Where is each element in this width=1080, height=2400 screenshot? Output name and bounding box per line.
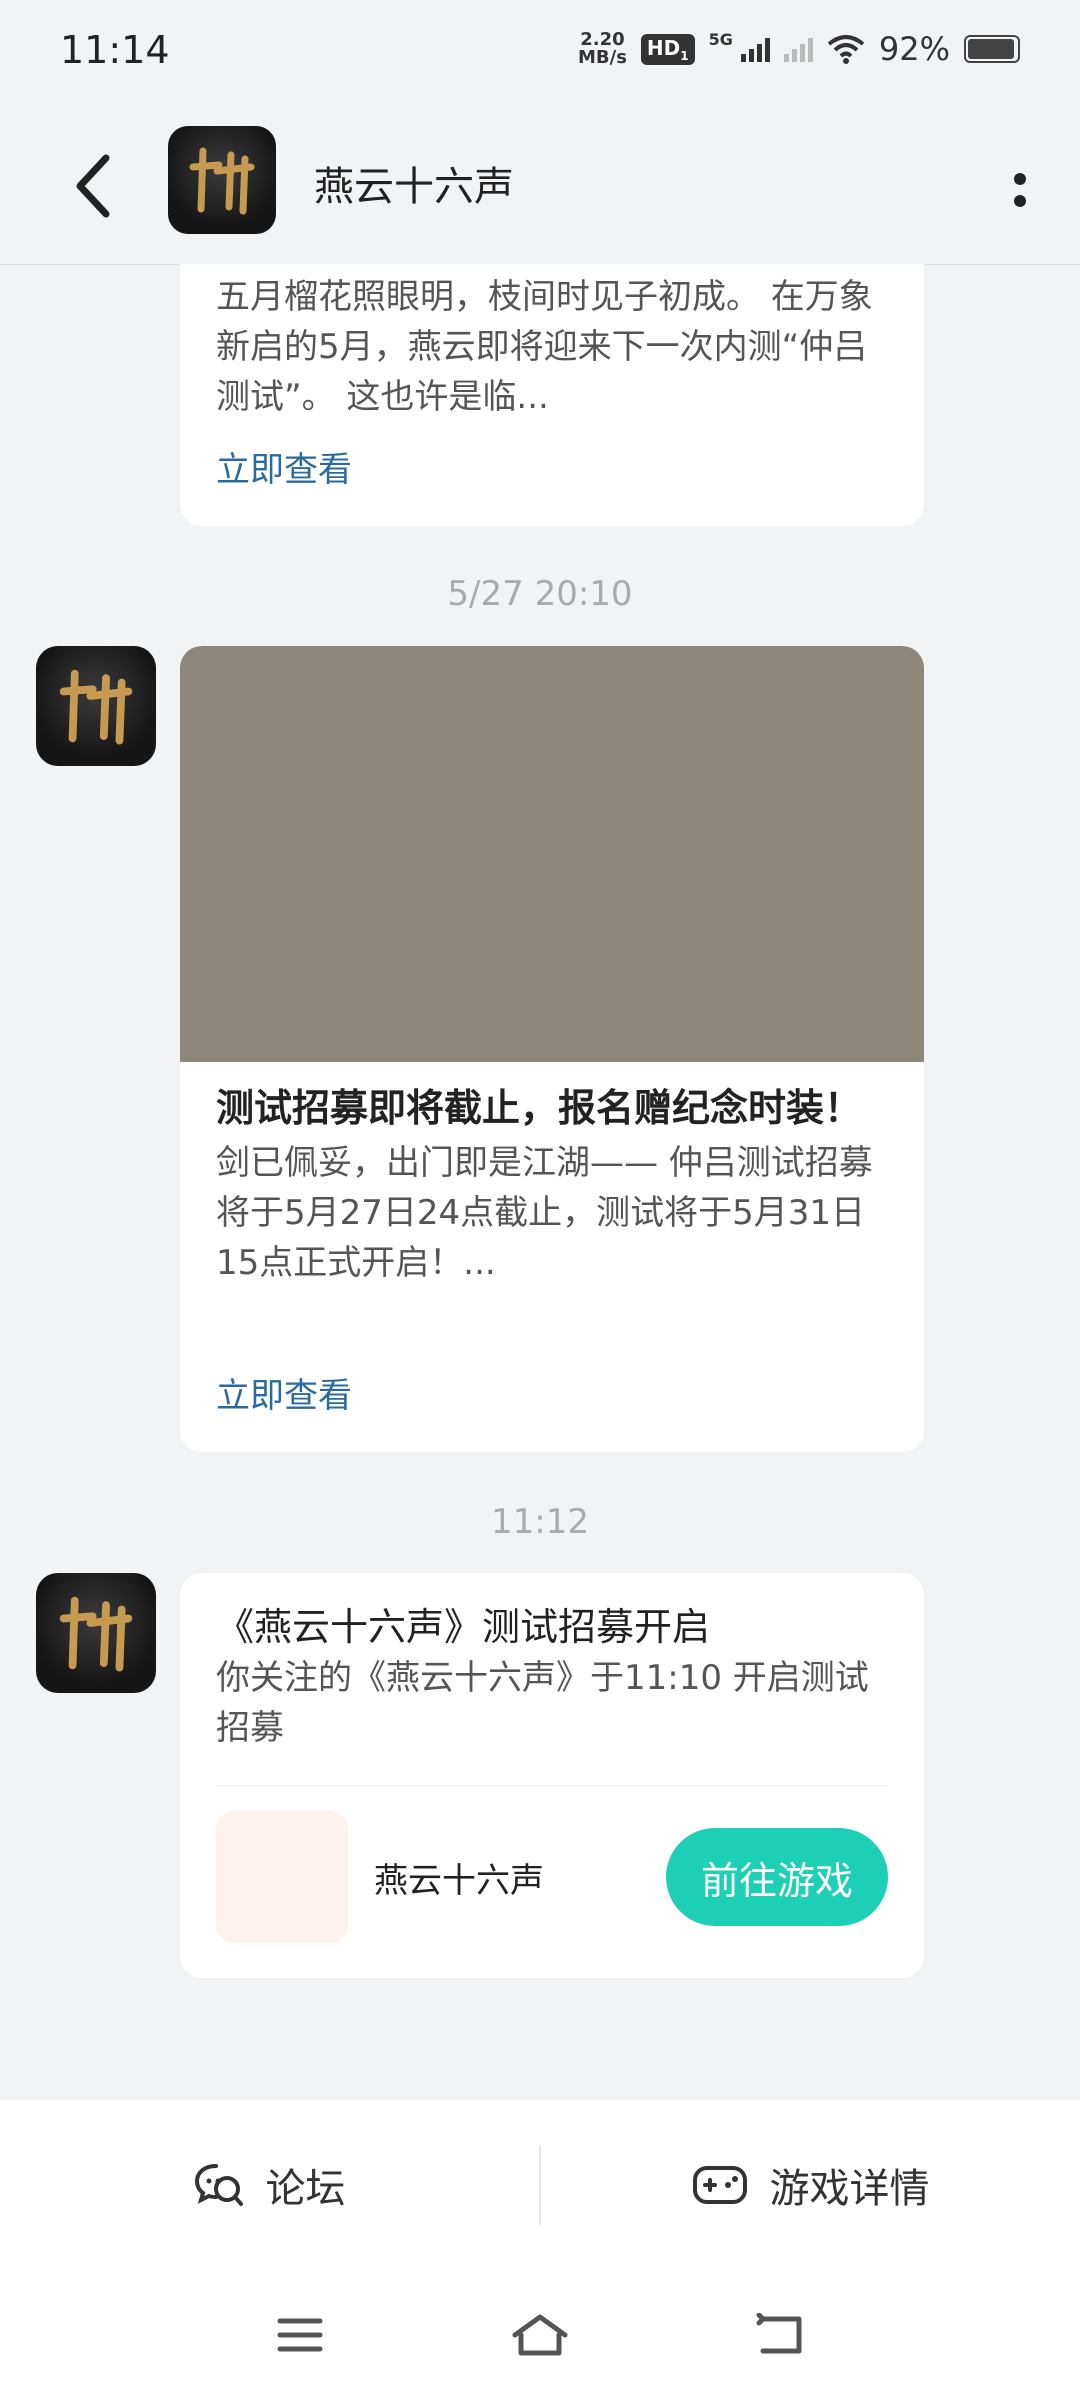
app-logo-icon <box>168 126 276 234</box>
message-body: 五月榴花照眼明，枝间时见子初成。 在万象新启的5月，燕云即将迎来下一次内测“仲吕… <box>216 277 873 417</box>
status-indicators: 2.20 MB/s HD1 5G 92% <box>578 30 1020 68</box>
home-icon <box>512 2314 568 2356</box>
status-bar: 11:14 2.20 MB/s HD1 5G 92% <box>0 0 1080 110</box>
back-arrow-icon <box>76 154 110 218</box>
header-title: 燕云十六声 <box>314 164 514 210</box>
message-timestamp: 5/27 20:10 <box>447 574 633 614</box>
back-nav-button[interactable] <box>740 2300 820 2370</box>
message-avatar[interactable] <box>36 646 156 766</box>
message-card[interactable]: 《燕云十六声》测试招募开启 你关注的《燕云十六声》于11:10 开启测试招募 燕… <box>180 1573 924 1978</box>
more-options-button[interactable] <box>990 150 1050 230</box>
tab-forum-label: 论坛 <box>265 2166 346 2212</box>
net-speed: 2.20 MB/s <box>578 31 627 67</box>
more-vertical-icon <box>1014 173 1026 185</box>
wifi-icon <box>827 35 865 64</box>
header-avatar[interactable] <box>168 126 276 234</box>
message-avatar[interactable] <box>36 1573 156 1693</box>
tab-game-detail-label: 游戏详情 <box>769 2166 930 2212</box>
menu-icon <box>277 2318 323 2352</box>
app-logo-icon <box>36 646 156 766</box>
app-logo-icon <box>36 1573 156 1693</box>
message-timestamp: 11:12 <box>491 1502 589 1542</box>
tab-game-detail[interactable]: 游戏详情 <box>541 2100 1080 2270</box>
home-button[interactable] <box>500 2300 580 2370</box>
hd-sub: 1 <box>680 48 689 63</box>
message-card[interactable]: 测试招募即将截止，报名赠纪念时装！ 剑已佩妥，出门即是江湖—— 仲吕测试招募将于… <box>180 646 924 1452</box>
more-dot <box>1014 195 1026 207</box>
signal-weak-icon <box>783 36 813 62</box>
gamepad-icon <box>692 2166 747 2204</box>
game-thumbnail[interactable] <box>216 1811 348 1943</box>
hd-icon: HD1 <box>640 33 695 65</box>
chat-header: 燕云十六声 <box>0 110 1080 265</box>
game-name: 燕云十六声 <box>374 1861 544 1901</box>
hd-label: HD <box>646 35 681 60</box>
signal-icon <box>740 36 770 62</box>
forum-chat-icon <box>194 2164 243 2206</box>
battery-icon <box>964 35 1020 63</box>
view-now-link[interactable]: 立即查看 <box>180 442 388 491</box>
banner-image <box>180 646 924 1062</box>
battery-percent: 92% <box>878 30 950 68</box>
menu-button[interactable] <box>260 2300 340 2370</box>
view-now-link[interactable]: 立即查看 <box>180 1368 388 1417</box>
message-body: 剑已佩妥，出门即是江湖—— 仲吕测试招募将于5月27日24点截止，测试将于5月3… <box>216 1143 873 1283</box>
net-speed-unit: MB/s <box>577 47 627 68</box>
message-title: 测试招募即将截止，报名赠纪念时装！ <box>216 1086 863 1130</box>
bottom-tab-bar: 论坛 游戏详情 <box>0 2100 1080 2270</box>
message-title: 《燕云十六声》测试招募开启 <box>216 1605 711 1649</box>
go-to-game-button[interactable]: 前往游戏 <box>666 1828 888 1926</box>
message-body: 你关注的《燕云十六声》于11:10 开启测试招募 <box>216 1658 869 1748</box>
status-time: 11:14 <box>60 28 170 72</box>
network-type: 5G <box>708 30 733 49</box>
back-icon <box>756 2313 802 2354</box>
system-nav-bar <box>0 2270 1080 2400</box>
message-card[interactable]: 五月榴花照眼明，枝间时见子初成。 在万象新启的5月，燕云即将迎来下一次内测“仲吕… <box>180 264 924 526</box>
back-button[interactable] <box>52 146 132 226</box>
tab-forum[interactable]: 论坛 <box>0 2100 539 2270</box>
divider <box>216 1785 888 1786</box>
